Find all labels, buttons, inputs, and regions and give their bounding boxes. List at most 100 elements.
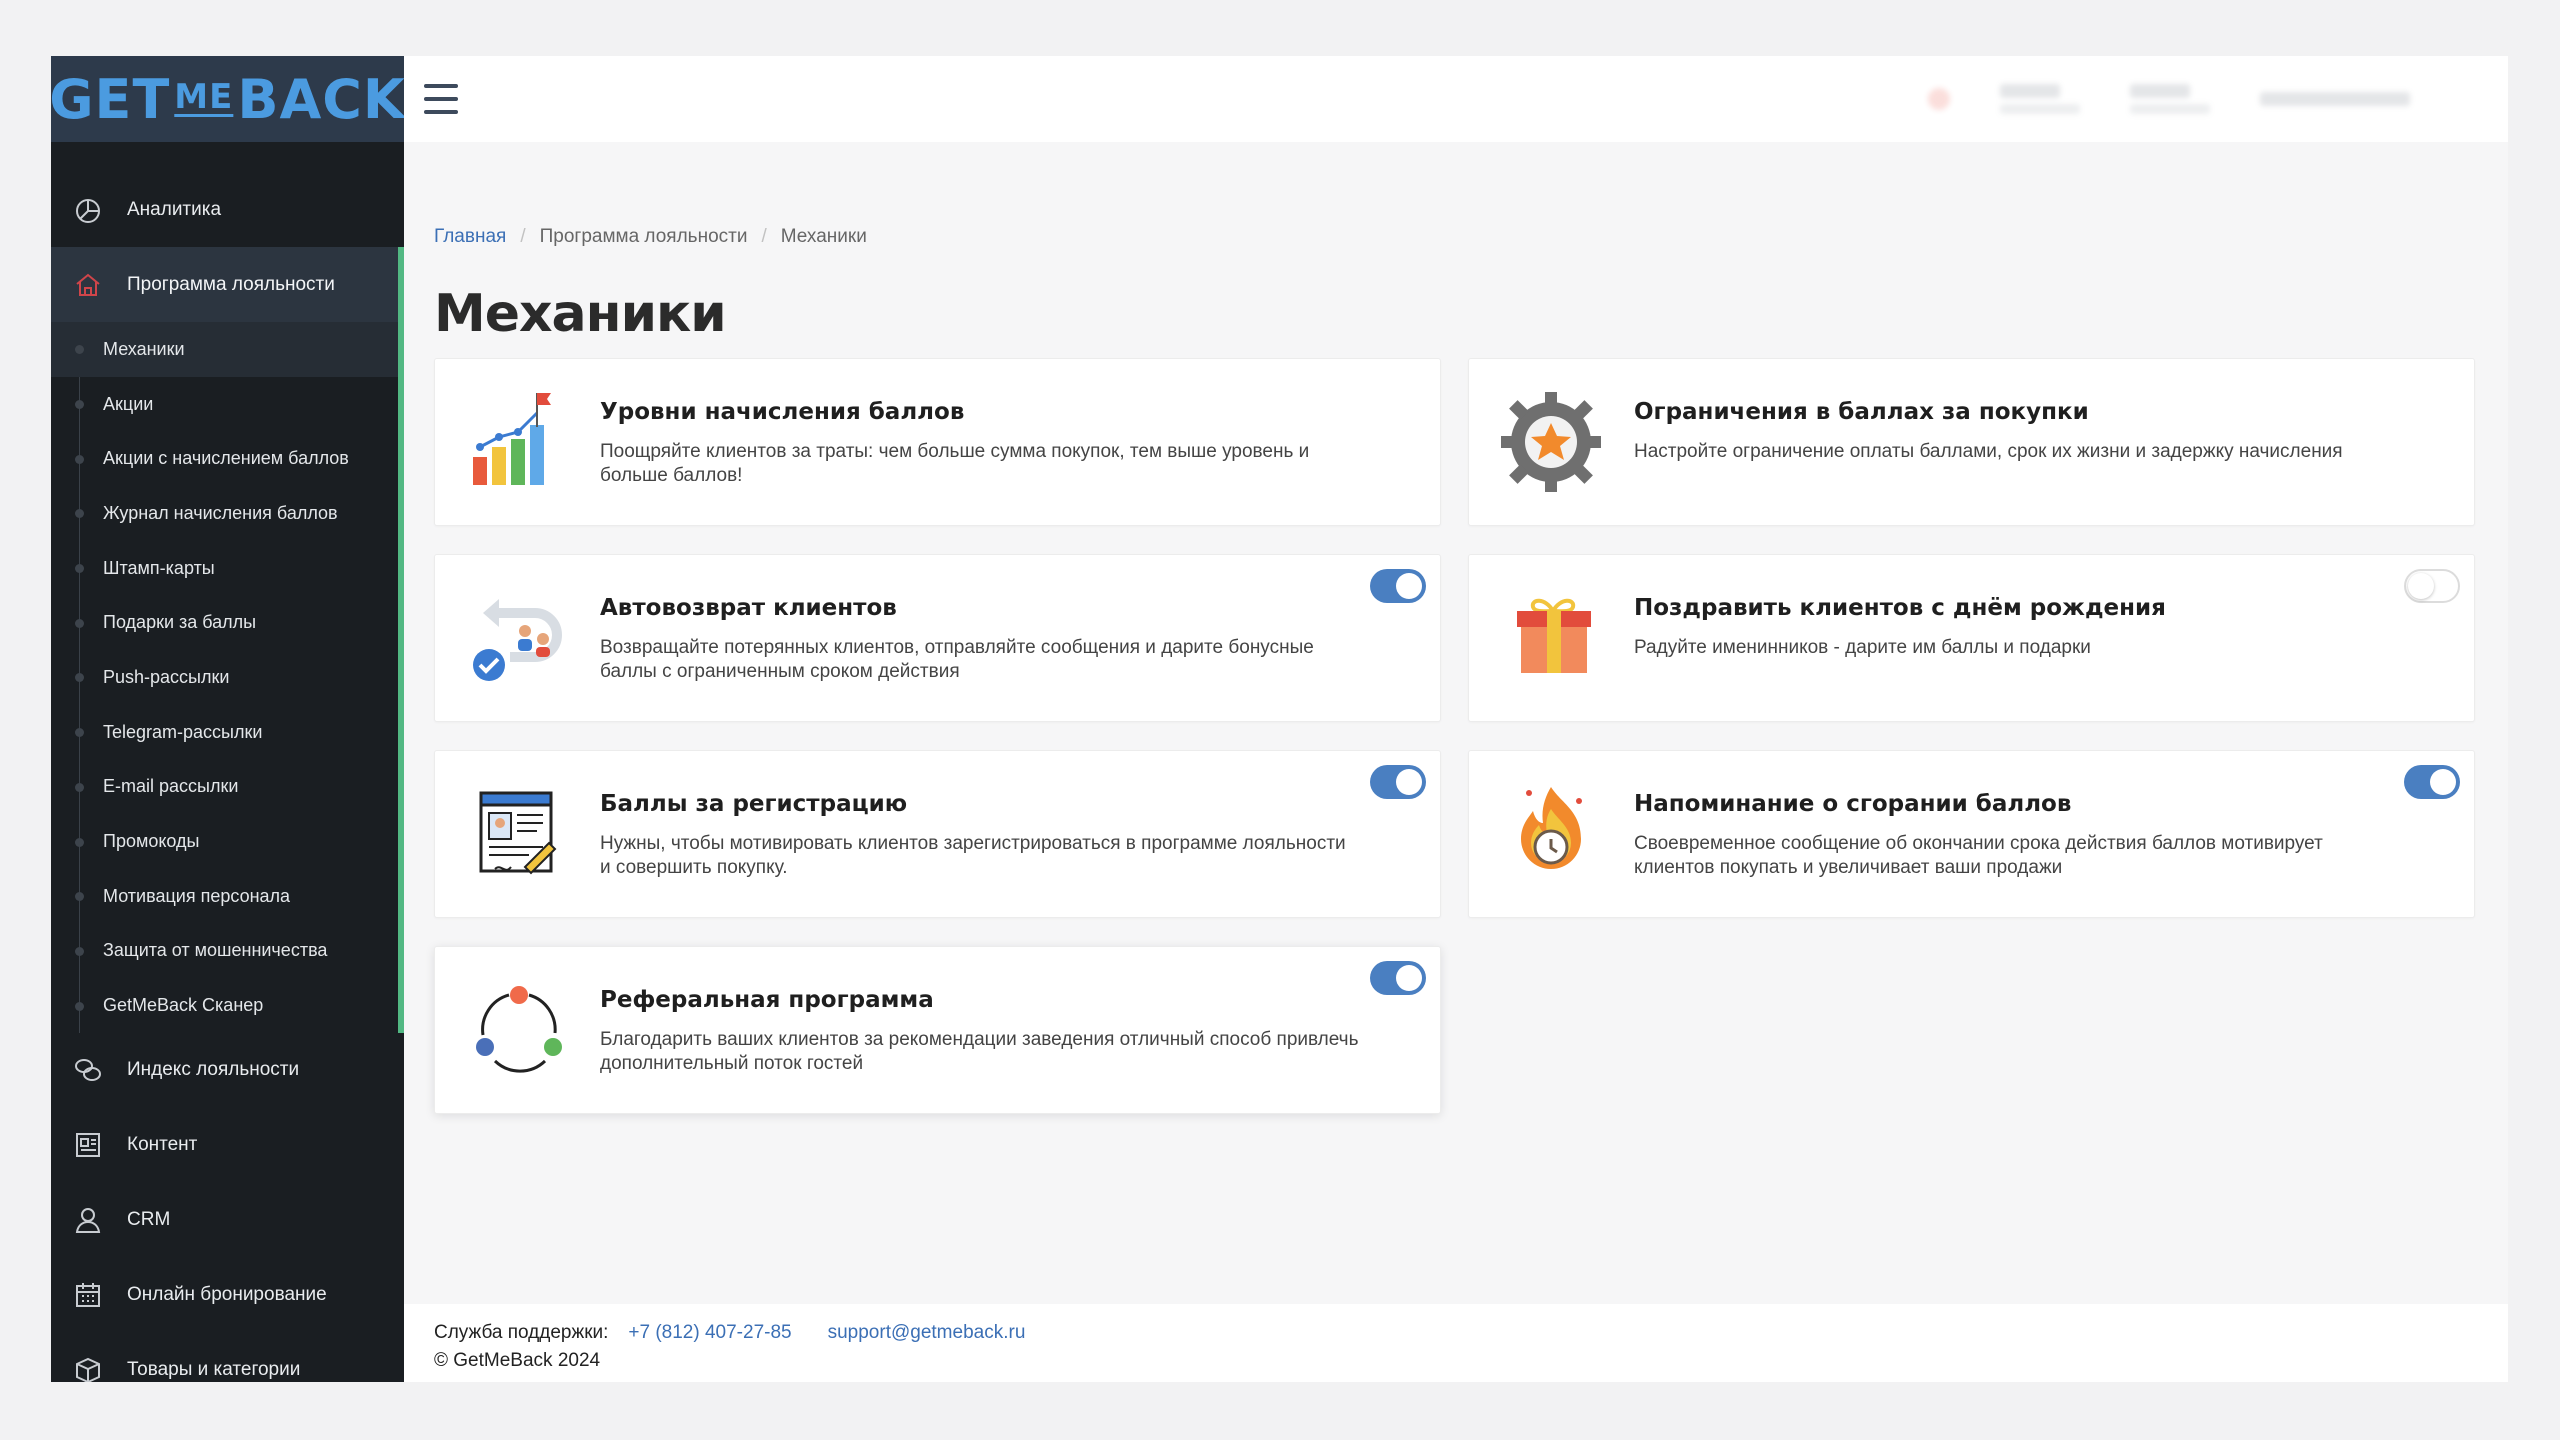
card-description: Возвращайте потерянных клиентов, отправл… — [600, 637, 1314, 682]
card-description: Радуйте именинников - дарите им баллы и … — [1634, 637, 2091, 658]
sidebar-subitem-staff-motivation[interactable]: Мотивация персонала — [51, 869, 398, 924]
sidebar-item-analytics[interactable]: Аналитика — [51, 172, 404, 247]
sidebar-subitem-scanner[interactable]: GetMeBack Сканер — [51, 978, 398, 1033]
breadcrumb: Главная / Программа лояльности / Механик… — [434, 226, 867, 248]
header-user — [2260, 92, 2410, 106]
sidebar-subitem-label: Push-рассылки — [103, 666, 230, 687]
sidebar-subitem-gifts[interactable]: Подарки за баллы — [51, 595, 398, 650]
gift-icon — [1499, 583, 1609, 693]
main-content: Главная / Программа лояльности / Механик… — [404, 142, 2508, 1382]
sidebar-subitem-label: Подарки за баллы — [103, 612, 257, 633]
bar-chart-flag-icon — [465, 387, 575, 497]
card-description: Настройте ограничение оплаты баллами, ср… — [1634, 441, 2343, 462]
sidebar-subitem-email[interactable]: E-mail рассылки — [51, 760, 398, 815]
sidebar-submenu: Механики Акции Акции с начислением балло… — [51, 322, 404, 1033]
card-description: Благодарить ваших клиентов за рекомендац… — [600, 1029, 1359, 1074]
top-header — [404, 56, 2508, 142]
fire-clock-icon — [1499, 779, 1609, 889]
sidebar-subitem-label: Акции с начислением баллов — [103, 448, 349, 469]
sidebar-nav: Аналитика Программа лояльности Механики … — [51, 142, 404, 1382]
notification-icon — [1928, 88, 1950, 110]
box-icon — [73, 1355, 103, 1382]
breadcrumb-section[interactable]: Программа лояльности — [540, 226, 748, 248]
home-icon — [73, 270, 103, 300]
breadcrumb-separator: / — [520, 226, 526, 247]
card-title: Баллы за регистрацию — [600, 791, 908, 817]
sidebar-subitem-fraud-protection[interactable]: Защита от мошенничества — [51, 924, 398, 979]
sidebar-item-label: Индекс лояльности — [127, 1059, 300, 1081]
card-description: Поощряйте клиентов за траты: чем больше … — [600, 441, 1310, 486]
sidebar-subitem-label: E-mail рассылки — [103, 776, 239, 797]
sidebar-subitem-mechanics[interactable]: Механики — [51, 322, 398, 377]
logo-text: GET MEBACK — [51, 67, 404, 131]
card-auto-return[interactable]: Автовозврат клиентов Возвращайте потерян… — [434, 554, 1441, 722]
sidebar-subitem-label: Защита от мошенничества — [103, 940, 328, 961]
card-points-limits[interactable]: Ограничения в баллах за покупки Настройт… — [1468, 358, 2475, 526]
card-points-expiry-reminder[interactable]: Напоминание о сгорании баллов Своевремен… — [1468, 750, 2475, 918]
sidebar-item-label: Аналитика — [127, 198, 222, 220]
sidebar-subitem-push[interactable]: Push-рассылки — [51, 650, 398, 705]
card-title: Реферальная программа — [600, 987, 934, 1013]
sidebar-item-label: Онлайн бронирование — [127, 1284, 327, 1306]
header-stat — [2130, 84, 2210, 114]
chat-bubbles-icon — [73, 1055, 103, 1085]
expiry-reminder-toggle[interactable] — [2404, 765, 2460, 799]
card-birthday[interactable]: Поздравить клиентов с днём рождения Раду… — [1468, 554, 2475, 722]
breadcrumb-home-link[interactable]: Главная — [434, 226, 506, 248]
header-user-area — [1928, 70, 2488, 128]
header-balance — [2000, 84, 2080, 114]
card-title: Напоминание о сгорании баллов — [1634, 791, 2072, 817]
sidebar-subitem-label: Журнал начисления баллов — [103, 502, 338, 523]
support-email-link[interactable]: support@getmeback.ru — [828, 1322, 1026, 1344]
sidebar-subitem-label: GetMeBack Сканер — [103, 995, 264, 1016]
copyright: © GetMeBack 2024 — [434, 1350, 601, 1371]
sidebar-subitem-label: Штамп-карты — [103, 557, 215, 578]
sidebar-item-products[interactable]: Товары и категории — [51, 1333, 404, 1382]
sidebar-subitem-promotions[interactable]: Акции — [51, 377, 398, 432]
card-description: Своевременное сообщение об окончании сро… — [1634, 833, 2323, 878]
auto-return-toggle[interactable] — [1370, 569, 1426, 603]
referral-program-toggle[interactable] — [1370, 961, 1426, 995]
menu-toggle-icon[interactable] — [424, 84, 458, 114]
card-points-levels[interactable]: Уровни начисления баллов Поощряйте клиен… — [434, 358, 1441, 526]
sidebar-subitem-label: Telegram-рассылки — [103, 721, 263, 742]
card-registration-points[interactable]: Баллы за регистрацию Нужны, чтобы мотиви… — [434, 750, 1441, 918]
sidebar-subitem-points-log[interactable]: Журнал начисления баллов — [51, 486, 398, 541]
breadcrumb-current: Механики — [780, 226, 867, 247]
card-title: Поздравить клиентов с днём рождения — [1634, 595, 2166, 621]
sidebar: GET MEBACK Аналитика Программа лояльности… — [51, 56, 404, 1382]
sidebar-subitem-label: Мотивация персонала — [103, 885, 291, 906]
sidebar-item-booking[interactable]: Онлайн бронирование — [51, 1258, 404, 1333]
sidebar-item-content[interactable]: Контент — [51, 1108, 404, 1183]
sidebar-subitem-label: Механики — [103, 338, 185, 359]
page-title: Механики — [434, 284, 727, 344]
sidebar-item-label: CRM — [127, 1209, 171, 1231]
card-title: Автовозврат клиентов — [600, 595, 897, 621]
card-title: Ограничения в баллах за покупки — [1634, 399, 2089, 425]
sidebar-item-loyalty-index[interactable]: Индекс лояльности — [51, 1033, 404, 1108]
sidebar-item-label: Программа лояльности — [127, 273, 335, 295]
card-description: Нужны, чтобы мотивировать клиентов зарег… — [600, 833, 1346, 878]
logo[interactable]: GET MEBACK — [51, 56, 404, 142]
sidebar-subitem-points-promotions[interactable]: Акции с начислением баллов — [51, 431, 398, 486]
app-window: GET MEBACK Аналитика Программа лояльности… — [51, 56, 2508, 1382]
support-phone-link[interactable]: +7 (812) 407-27-85 — [628, 1322, 791, 1344]
card-referral-program[interactable]: Реферальная программа Благодарить ваших … — [434, 946, 1441, 1114]
sidebar-subitem-stamp-cards[interactable]: Штамп-карты — [51, 541, 398, 596]
breadcrumb-separator: / — [761, 226, 767, 247]
return-users-icon — [465, 583, 575, 693]
pie-chart-icon — [73, 195, 103, 225]
referral-cycle-icon — [465, 975, 575, 1085]
sidebar-item-label: Контент — [127, 1134, 198, 1156]
sidebar-item-loyalty[interactable]: Программа лояльности — [51, 247, 404, 322]
registration-points-toggle[interactable] — [1370, 765, 1426, 799]
page-footer: Служба поддержки: +7 (812) 407-27-85 sup… — [404, 1304, 2508, 1382]
newspaper-icon — [73, 1130, 103, 1160]
user-icon — [73, 1205, 103, 1235]
sidebar-subitem-telegram[interactable]: Telegram-рассылки — [51, 705, 398, 760]
sidebar-subitem-label: Акции — [103, 393, 154, 414]
sidebar-subitem-promocodes[interactable]: Промокоды — [51, 814, 398, 869]
birthday-toggle[interactable] — [2404, 569, 2460, 603]
gear-star-icon — [1499, 387, 1609, 497]
sidebar-item-crm[interactable]: CRM — [51, 1183, 404, 1258]
